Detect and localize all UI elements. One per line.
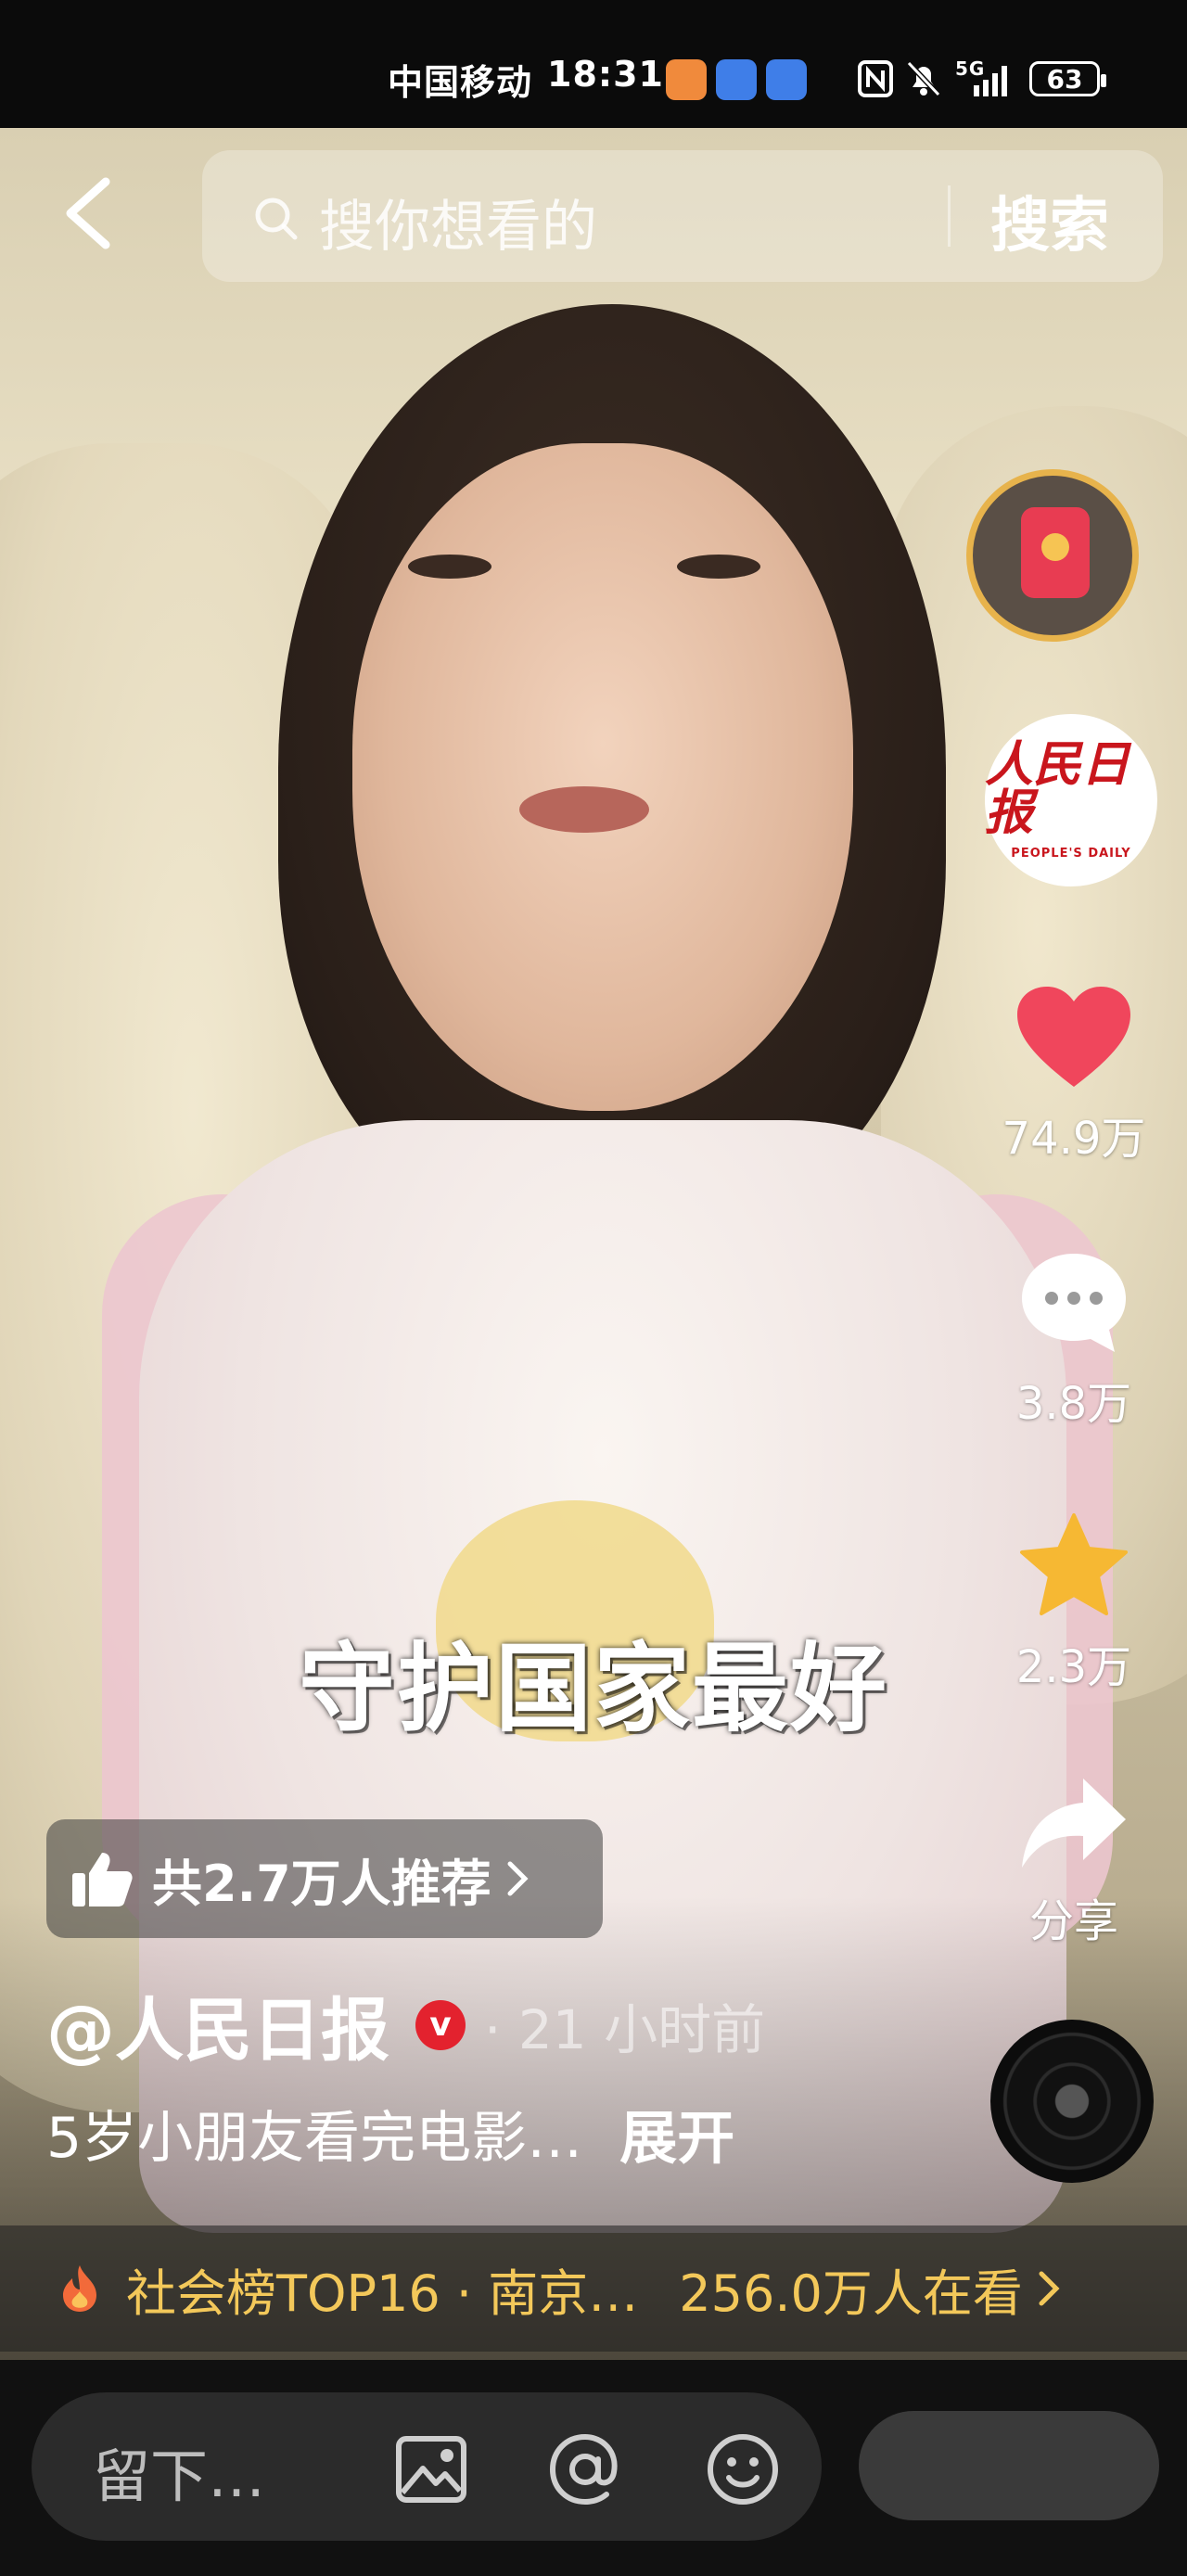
app-notification-icon <box>716 59 757 100</box>
author-row: @人民日报 v · 21 小时前 <box>46 1975 765 2074</box>
mention-at-icon[interactable] <box>547 2431 623 2507</box>
back-arrow-icon[interactable] <box>57 176 122 250</box>
nfc-icon <box>858 60 893 97</box>
recommend-label: 共2.7万人推荐 <box>152 1854 491 1913</box>
child-eye-left <box>408 555 491 579</box>
comment-button[interactable]: 3.8万 <box>981 1248 1167 1432</box>
author-name[interactable]: @人民日报 <box>46 1975 389 2074</box>
app-notification-icon <box>666 59 707 100</box>
post-description: 5岁小朋友看完电影… <box>46 2105 583 2171</box>
share-label: 分享 <box>1028 1895 1118 1947</box>
description-row: 5岁小朋友看完电影… 展开 <box>46 2091 734 2174</box>
share-arrow-icon <box>1022 1779 1126 1868</box>
avatar-logo-subtext: PEOPLE'S DAILY <box>1011 846 1131 861</box>
post-time: · 21 小时前 <box>484 1997 766 2061</box>
search-divider <box>948 185 951 247</box>
expand-button[interactable]: 展开 <box>619 2091 734 2174</box>
hot-list-text: 社会榜TOP16 · 南京… <box>126 2264 639 2323</box>
image-icon[interactable] <box>393 2431 469 2507</box>
child-mouth <box>519 786 649 833</box>
heart-icon <box>1017 987 1130 1087</box>
clock: 18:31 <box>547 54 664 95</box>
recommend-pill[interactable]: 共2.7万人推荐 <box>46 1819 603 1938</box>
search-placeholder[interactable]: 搜你想看的 <box>319 182 597 262</box>
star-icon <box>1020 1513 1128 1615</box>
comment-bubble-icon <box>1022 1254 1126 1352</box>
verified-badge: v <box>415 1999 466 2050</box>
search-icon <box>255 198 298 240</box>
hot-viewers: 256.0万人在看 <box>679 2264 1023 2323</box>
hot-list-bar[interactable]: 社会榜TOP16 · 南京… 256.0万人在看 <box>0 2225 1187 2352</box>
red-envelope-icon <box>1021 507 1090 598</box>
search-button[interactable]: 搜索 <box>990 178 1109 263</box>
app-notification-icon <box>766 59 807 100</box>
child-face <box>352 443 853 1111</box>
like-count: 74.9万 <box>1002 1113 1146 1165</box>
send-button[interactable] <box>859 2411 1159 2520</box>
red-packet-button[interactable] <box>966 469 1139 642</box>
video-subtitle: 守护国家最好 <box>298 1632 888 1745</box>
signal-icon <box>974 66 1007 96</box>
carrier-label: 中国移动 <box>388 62 533 103</box>
comment-count: 3.8万 <box>1015 1378 1132 1430</box>
share-button[interactable]: 分享 <box>981 1773 1167 1949</box>
emoji-icon[interactable] <box>705 2431 781 2507</box>
mute-bell-icon <box>906 60 941 97</box>
music-disc-icon[interactable] <box>990 2020 1154 2183</box>
comment-placeholder[interactable]: 留下… <box>93 2429 265 2513</box>
chevron-right-icon <box>1039 2271 1060 2306</box>
flame-icon <box>63 2265 96 2312</box>
like-button[interactable]: 74.9万 <box>981 983 1167 1167</box>
battery-indicator: 63 <box>1029 61 1106 96</box>
chevron-right-icon <box>507 1861 529 1896</box>
thumbs-up-icon <box>72 1853 133 1906</box>
avatar-logo-text: 人民日报 <box>985 735 1130 841</box>
author-avatar[interactable]: 人民日报 PEOPLE'S DAILY <box>985 714 1157 886</box>
child-eye-right <box>677 555 760 579</box>
status-bar: 中国移动 18:31 5G 63 <box>0 0 1187 128</box>
